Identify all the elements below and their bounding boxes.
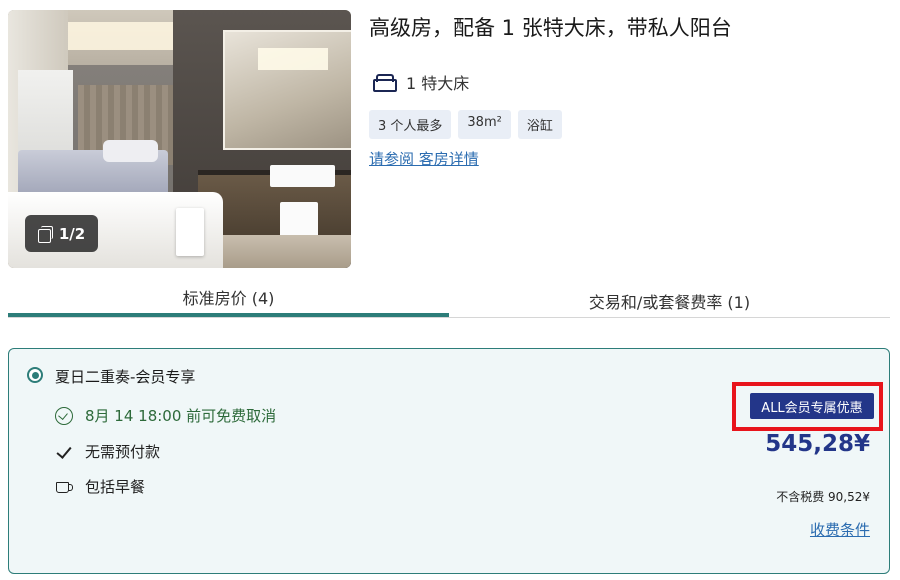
tag-size: 38m² <box>458 110 511 139</box>
tag-bathtub: 浴缸 <box>517 110 562 139</box>
rate-price: 545,28¥ <box>765 431 870 457</box>
room-details-link[interactable]: 请参阅 客房详情 <box>369 148 479 169</box>
free-cancellation: 8月 14 18:00 前可免费取消 <box>55 405 276 426</box>
rate-card[interactable]: 夏日二重奏-会员专享 8月 14 18:00 前可免费取消 无需预付款 包括早餐… <box>8 348 890 574</box>
coffee-cup-icon <box>55 479 73 495</box>
fee-terms-link[interactable]: 收费条件 <box>810 519 870 540</box>
breakfast-text: 包括早餐 <box>85 478 146 496</box>
gallery-icon <box>37 226 53 243</box>
bed-info: 1 特大床 <box>372 70 469 94</box>
rate-tabs: 标准房价 (4) 交易和/或套餐费率 (1) <box>8 280 890 318</box>
check-icon <box>55 443 73 461</box>
free-cancellation-text: 8月 14 18:00 前可免费取消 <box>85 407 277 425</box>
photo-gallery-counter[interactable]: 1/2 <box>25 215 98 252</box>
clock-icon <box>55 406 73 425</box>
rate-name: 夏日二重奏-会员专享 <box>55 368 196 386</box>
bed-icon <box>372 73 397 92</box>
tag-occupancy: 3 个人最多 <box>369 110 452 139</box>
no-prepayment-text: 无需预付款 <box>85 443 161 461</box>
room-tags: 3 个人最多 38m² 浴缸 <box>369 110 562 139</box>
bed-label: 1 特大床 <box>406 74 470 93</box>
tax-note: 不含税费 90,52¥ <box>776 490 870 504</box>
breakfast-included: 包括早餐 <box>55 476 145 497</box>
tab-deals-packages[interactable]: 交易和/或套餐费率 (1) <box>449 280 890 317</box>
tab-standard-rates[interactable]: 标准房价 (4) <box>8 280 449 317</box>
no-prepayment: 无需预付款 <box>55 441 160 462</box>
photo-counter-label: 1/2 <box>58 224 86 243</box>
member-promo-badge: ALL会员专属优惠 <box>750 393 874 419</box>
room-title: 高级房，配备 1 张特大床，带私人阳台 <box>369 16 732 40</box>
rate-radio[interactable] <box>27 367 43 383</box>
